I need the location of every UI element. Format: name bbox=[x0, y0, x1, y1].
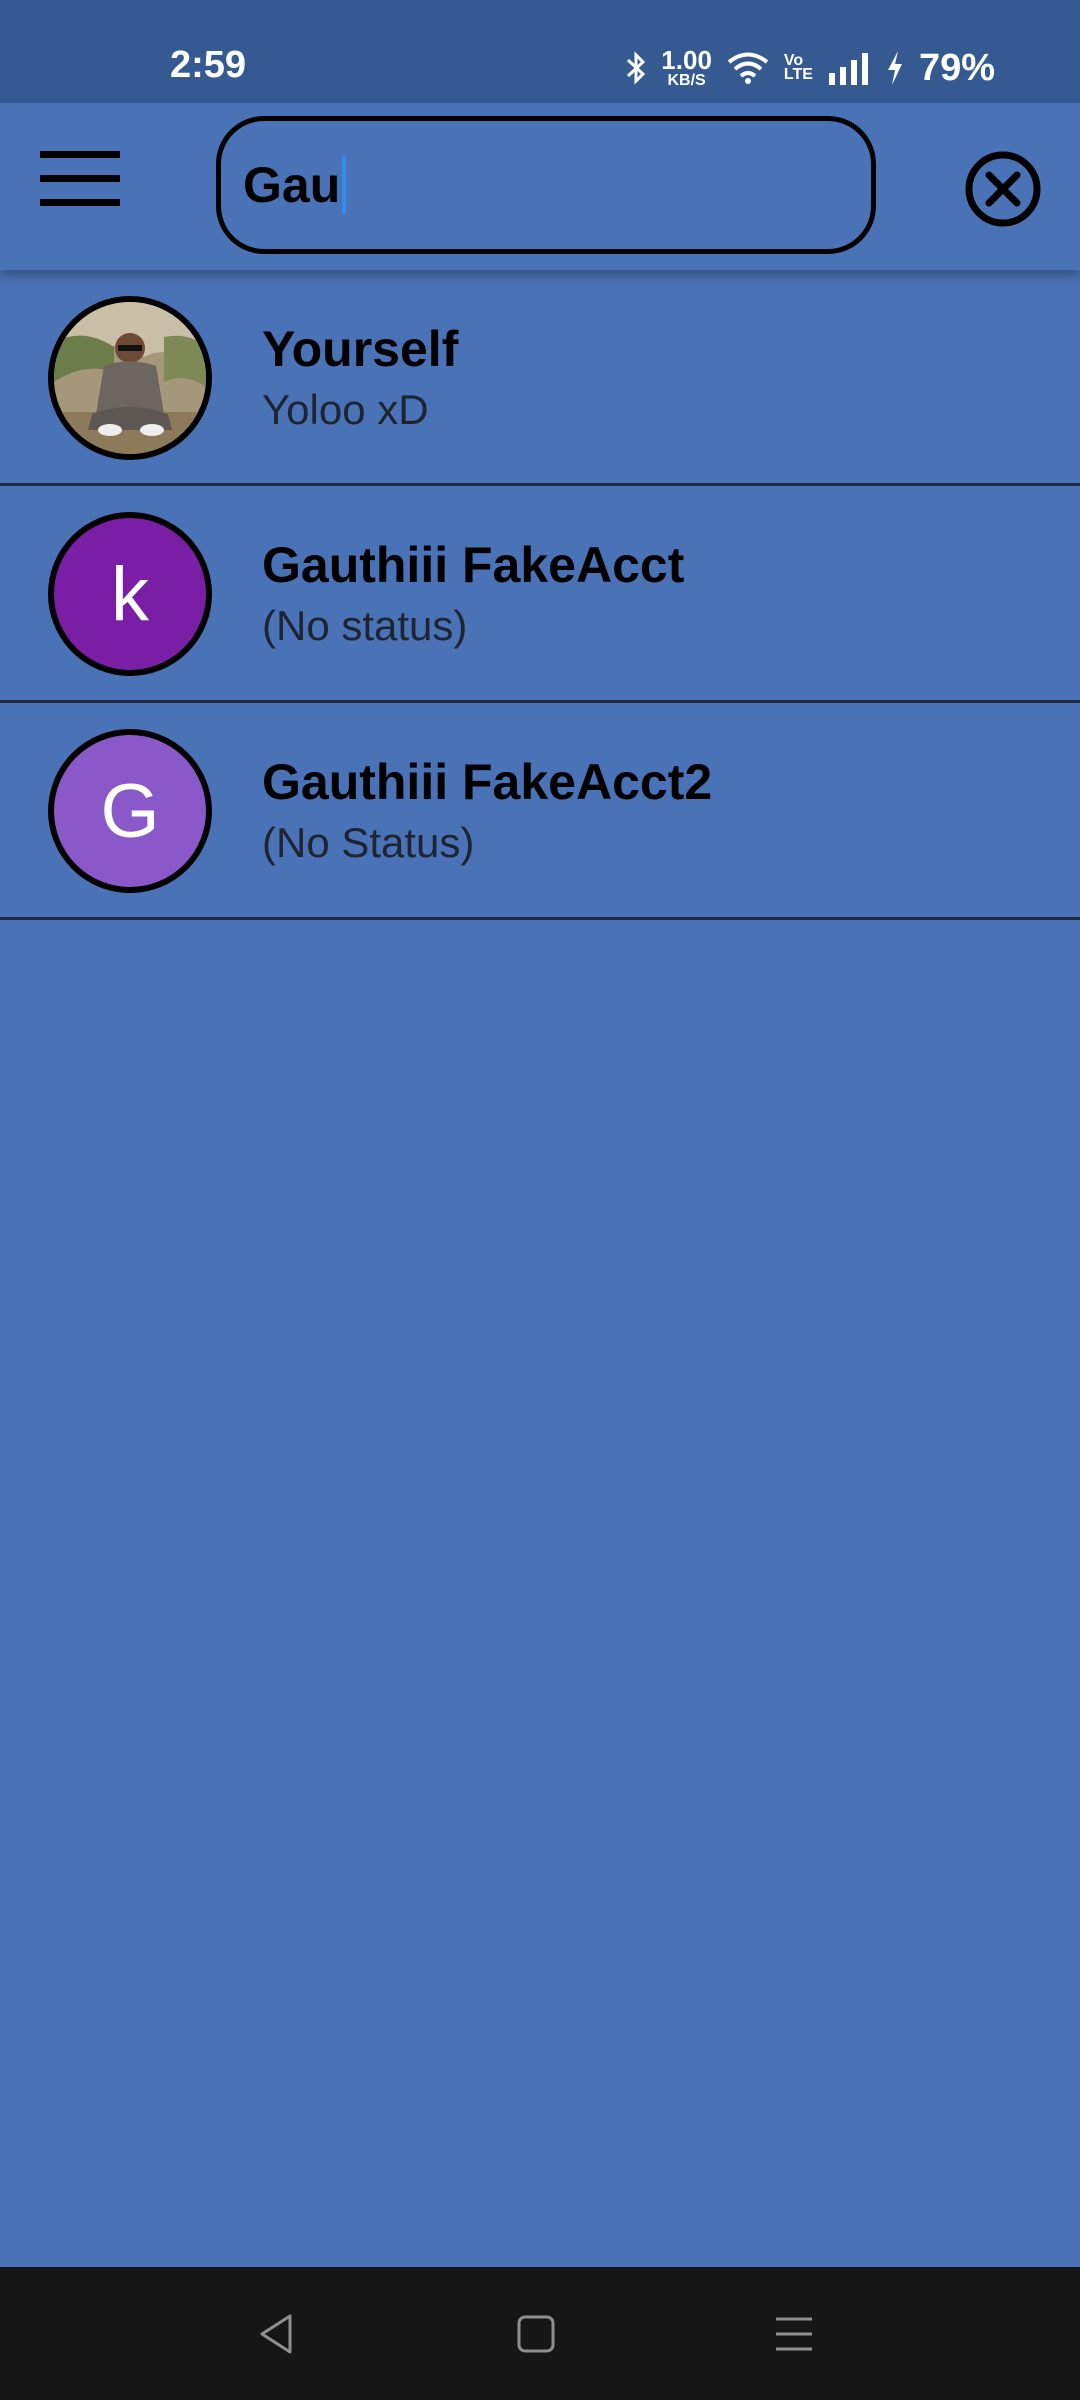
search-input[interactable]: Gau bbox=[216, 116, 876, 254]
wifi-icon bbox=[727, 52, 769, 84]
profile-photo bbox=[54, 302, 206, 454]
contact-name: Gauthiii FakeAcct bbox=[262, 537, 685, 593]
contact-name: Yourself bbox=[262, 321, 459, 377]
contact-row-yourself[interactable]: Yourself Yoloo xD bbox=[0, 270, 1080, 486]
nav-recents-button[interactable] bbox=[764, 2307, 824, 2361]
system-nav-bar bbox=[0, 2267, 1080, 2400]
clear-search-button[interactable] bbox=[963, 149, 1043, 229]
contact-row-gauthiii-fakeacct2[interactable]: G Gauthiii FakeAcct2 (No Status) bbox=[0, 703, 1080, 920]
contact-status: (No status) bbox=[262, 602, 468, 649]
hamburger-menu-icon bbox=[40, 151, 120, 206]
contact-list: Yourself Yoloo xD k Gauthiii FakeAcct (N… bbox=[0, 270, 1080, 920]
battery-level: 79% bbox=[918, 46, 995, 89]
recents-menu-icon bbox=[776, 2317, 812, 2351]
text-caret bbox=[342, 156, 347, 214]
close-circle-icon bbox=[965, 151, 1041, 227]
signal-icon bbox=[828, 53, 868, 85]
net-speed: 1.00 KB/S bbox=[661, 45, 712, 89]
status-time: 2:59 bbox=[170, 44, 247, 86]
avatar-initial: k bbox=[111, 551, 149, 637]
search-input-value: Gau bbox=[243, 157, 341, 213]
avatar-photo bbox=[48, 296, 212, 460]
avatar-letter-g: G bbox=[48, 729, 212, 893]
home-square-icon bbox=[517, 2315, 555, 2353]
contact-status: (No Status) bbox=[262, 819, 475, 866]
avatar-letter-k: k bbox=[48, 512, 212, 676]
status-bar: 2:59 1.00 KB/S Vo LTE 79% bbox=[0, 0, 1080, 103]
back-triangle-icon bbox=[260, 2314, 292, 2354]
nav-back-button[interactable] bbox=[248, 2307, 308, 2361]
contact-row-gauthiii-fakeacct[interactable]: k Gauthiii FakeAcct (No status) bbox=[0, 486, 1080, 703]
avatar-initial: G bbox=[100, 768, 160, 854]
contact-status: Yoloo xD bbox=[262, 386, 429, 433]
nav-home-button[interactable] bbox=[506, 2307, 566, 2361]
app-bar: Gau bbox=[0, 103, 1080, 270]
volte-indicator: Vo LTE bbox=[783, 51, 813, 83]
bluetooth-icon bbox=[627, 51, 646, 85]
menu-button[interactable] bbox=[40, 149, 128, 223]
contact-name: Gauthiii FakeAcct2 bbox=[262, 754, 713, 810]
status-icons: 1.00 KB/S Vo LTE 79% bbox=[625, 44, 995, 92]
charging-icon bbox=[887, 51, 902, 85]
